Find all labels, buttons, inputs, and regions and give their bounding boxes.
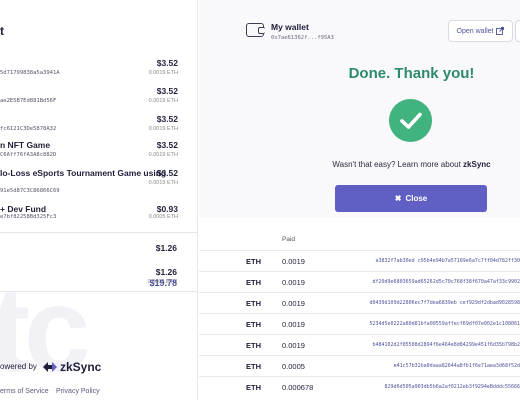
- item-eth: 0.0019 ETH: [148, 70, 178, 76]
- item-address: ae2E5B7Ed881Bd56F: [0, 98, 57, 104]
- tx-token: ETH: [246, 341, 261, 350]
- wallet-icon: [246, 23, 265, 37]
- item-eth: 0.0019 ETH: [148, 152, 178, 158]
- divider: [0, 232, 197, 233]
- paid-column-header: Paid: [282, 236, 296, 243]
- tx-token: ETH: [246, 383, 261, 392]
- item-name: n NFT Game: [0, 140, 51, 150]
- checkout-result-panel: My wallet 0x7ae61362f...f95A3 Open walle…: [199, 0, 520, 400]
- transaction-row: ETH 0.0005 e41c57b32ba0daaa82644a8fb1f6e…: [199, 355, 520, 377]
- tx-amount: 0.0019: [282, 299, 305, 308]
- external-link-icon: [496, 27, 505, 35]
- item-eth: 0.0019 ETH: [148, 180, 178, 186]
- item-price: $0.93: [156, 204, 178, 214]
- item-name: + Dev Fund: [0, 204, 47, 214]
- divider: [0, 291, 197, 292]
- item-address: 91e5d87C3C86866C69: [0, 188, 60, 194]
- close-label: Close: [405, 194, 428, 203]
- tx-hash-link[interactable]: df20d9e6803659ad65262d5c70c768f38f670a47…: [359, 279, 520, 285]
- item-name: lo-Loss eSports Tournament Game using: [0, 168, 167, 178]
- item-price: $3.52: [156, 168, 178, 178]
- powered-by-text: owered by: [0, 362, 37, 371]
- open-wallet-button[interactable]: Open wallet: [448, 20, 513, 42]
- item-address: C6Aff76fA3A8c882D: [0, 152, 57, 158]
- success-check-icon: [389, 99, 432, 142]
- success-section: My wallet 0x7ae61362f...f95A3 Open walle…: [199, 0, 520, 218]
- tx-amount: 0.000678: [282, 383, 314, 392]
- tx-token: ETH: [246, 299, 261, 308]
- more-button[interactable]: [515, 20, 520, 42]
- tx-amount: 0.0019: [282, 320, 305, 329]
- tx-hash-link[interactable]: b484102d2f05508d2894f6e464e8d84299e451f6…: [359, 342, 520, 348]
- tx-token: ETH: [246, 257, 261, 266]
- terms-link[interactable]: erms of Service: [0, 388, 49, 395]
- close-icon: ✖: [394, 194, 402, 203]
- wallet-name: My wallet: [271, 22, 309, 32]
- zksync-brand: zkSync: [60, 360, 102, 374]
- transaction-row: ETH 0.0019 a3832f7ab30ed c95b4e94b7a5716…: [199, 250, 520, 272]
- item-eth: 0.0005 ETH: [148, 214, 178, 220]
- zksync-arrows-icon: [43, 362, 57, 372]
- item-eth: 0.0019 ETH: [148, 98, 178, 104]
- transaction-row: ETH 0.000678 829d6d505a903db5b6a2af0212e…: [199, 376, 520, 398]
- item-address: 5d71799838a5a3941A: [0, 70, 60, 76]
- transaction-row: ETH 0.0019 df20d9e6803659ad65262d5c70c76…: [199, 271, 520, 293]
- subtotal-price: $1.26: [155, 267, 177, 277]
- item-price: $3.52: [156, 86, 178, 96]
- tx-hash-link[interactable]: d0439d109d22806ec7f7dea6839eb cef929df2d…: [359, 300, 520, 306]
- tx-amount: 0.0019: [282, 257, 305, 266]
- item-address: fc6121C3De5878A32: [0, 126, 57, 132]
- cart-title: t: [0, 24, 4, 38]
- wallet-address: 0x7ae61362f...f95A3: [271, 35, 334, 41]
- tx-token: ETH: [246, 278, 261, 287]
- privacy-link[interactable]: Privacy Policy: [56, 388, 100, 395]
- tx-hash-link[interactable]: e41c57b32ba0daaa82644a8fb1f6e71aea3d68f5…: [359, 363, 520, 369]
- done-title: Done. Thank you!: [348, 65, 475, 82]
- tx-amount: 0.0019: [282, 341, 305, 350]
- item-price: $3.52: [156, 140, 178, 150]
- tx-amount: 0.0005: [282, 362, 305, 371]
- learn-more-text: Wasn't that easy? Learn more about zkSyn…: [199, 160, 520, 169]
- tx-token: ETH: [246, 362, 261, 371]
- subtotal-price: $1.26: [155, 243, 177, 253]
- cart-total: $19.78: [149, 278, 177, 288]
- zksync-logo[interactable]: zkSync: [43, 360, 101, 374]
- tx-hash-link[interactable]: 829d6d505a903db5b6a2af0212eb3f9294eBdddc…: [359, 384, 520, 390]
- tx-hash-link[interactable]: 5234d5e0222a80d81bfa00559affecf69df07e00…: [359, 321, 520, 327]
- close-button[interactable]: ✖ Close: [335, 185, 487, 212]
- transaction-row: ETH 0.0019 5234d5e0222a80d81bfa00559affe…: [199, 313, 520, 335]
- tx-hash-link[interactable]: a3832f7ab30ed c95b4e94b7a57169e6a7c7ff04…: [359, 258, 520, 264]
- item-eth: 0.0019 ETH: [148, 126, 178, 132]
- zksync-learn-link[interactable]: zkSync: [463, 160, 491, 169]
- learn-more-label: Wasn't that easy? Learn more about: [332, 160, 464, 169]
- item-price: $3.52: [156, 58, 178, 68]
- tx-amount: 0.0019: [282, 278, 305, 287]
- item-address: e7bf82258Bd325Fc3: [0, 214, 57, 220]
- cart-panel: tc t 5d71799838a5a3941A $3.52 0.0019 ETH…: [0, 0, 198, 400]
- open-wallet-label: Open wallet: [456, 27, 494, 35]
- transaction-row: ETH 0.0019 d0439d109d22806ec7f7dea6839eb…: [199, 292, 520, 314]
- tx-token: ETH: [246, 320, 261, 329]
- transaction-row: ETH 0.0019 b484102d2f05508d2894f6e464e8d…: [199, 334, 520, 356]
- item-price: $3.52: [156, 114, 178, 124]
